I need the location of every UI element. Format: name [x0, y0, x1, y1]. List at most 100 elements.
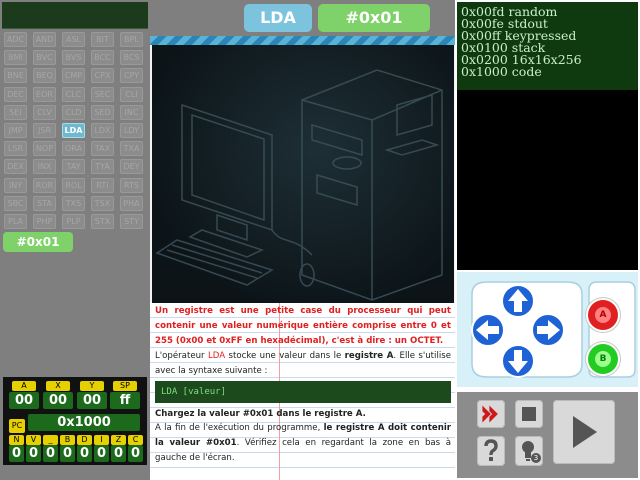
opcode-button-txa[interactable]: TXA [120, 141, 143, 157]
button-b[interactable]: B [588, 344, 618, 374]
opcode-button-tya[interactable]: TYA [91, 159, 114, 175]
run-button[interactable] [553, 400, 615, 464]
memory-map-entry: 0x1000 code [461, 64, 542, 79]
opcode-button-iny[interactable]: INY [4, 177, 27, 193]
opcode-button-cmp[interactable]: CMP [62, 68, 85, 84]
opcode-button-ldx[interactable]: LDX [91, 123, 114, 138]
button-b-label: B [595, 351, 611, 367]
register-y-label: Y [80, 381, 104, 391]
stripe-divider [150, 36, 455, 45]
opcode-button-sed[interactable]: SED [91, 104, 114, 120]
button-a[interactable]: A [588, 300, 618, 330]
opcode-button-sec[interactable]: SEC [91, 86, 114, 102]
opcode-button-dex[interactable]: DEX [4, 159, 27, 175]
opcode-button-sbc[interactable]: SBC [4, 195, 27, 211]
flag-value: 0 [26, 445, 41, 462]
opcode-button-dec[interactable]: DEC [4, 86, 27, 102]
dpad-down-icon[interactable] [501, 344, 535, 380]
opcode-button-sty[interactable]: STY [120, 214, 143, 229]
dpad-left-icon[interactable] [469, 313, 505, 347]
flag-label: C [128, 435, 143, 445]
opcode-button-bvs[interactable]: BVS [62, 50, 85, 66]
opcode-button-cli[interactable]: CLI [120, 86, 143, 102]
opcode-button-php[interactable]: PHP [33, 214, 56, 229]
opcode-button-tsx[interactable]: TSX [91, 195, 114, 211]
dpad-right-icon[interactable] [531, 313, 567, 347]
opcode-button-eor[interactable]: EOR [33, 86, 56, 102]
opcode-button-ora[interactable]: ORA [62, 141, 85, 157]
lesson-task: Chargez la valeur #0x01 dans le registre… [155, 409, 366, 419]
opcode-button-nop[interactable]: NOP [33, 141, 56, 157]
registers-panel: A X Y SP 00 00 00 ff PC 0x1000 N 0 V 0 _ 0 B 0 D… [3, 377, 147, 465]
question-mark-icon [484, 439, 498, 461]
opcode-button-tax[interactable]: TAX [91, 141, 114, 157]
opcode-button-pla[interactable]: PLA [4, 214, 27, 229]
opcode-button-asl[interactable]: ASL [62, 32, 85, 47]
opcode-button-jsr[interactable]: JSR [33, 123, 56, 138]
opcode-button-and[interactable]: AND [33, 32, 56, 47]
opcode-button-rts[interactable]: RTS [120, 177, 143, 193]
flag-value: 0 [128, 445, 143, 462]
opcode-button-cpy[interactable]: CPY [120, 68, 143, 84]
flag-value: 0 [111, 445, 126, 462]
register-sp-value: ff [110, 392, 140, 409]
opcode-button-bne[interactable]: BNE [4, 68, 27, 84]
register-a-value: 00 [9, 392, 39, 409]
stop-icon [522, 407, 536, 421]
lesson-paragraph-check: A la fin de l'exécution du programme, le… [155, 421, 451, 466]
opcode-button-clc[interactable]: CLC [62, 86, 85, 102]
flag-value: 0 [9, 445, 24, 462]
opcode-button-rol[interactable]: ROL [62, 177, 85, 193]
step-button[interactable] [477, 400, 505, 428]
opcode-button-ror[interactable]: ROR [33, 177, 56, 193]
opcode-button-rti[interactable]: RTI [91, 177, 114, 193]
opcode-button-bpl[interactable]: BPL [120, 32, 143, 47]
opcode-button-bcc[interactable]: BCC [91, 50, 114, 66]
opcode-button-clv[interactable]: CLV [33, 104, 56, 120]
register-sp-label: SP [113, 381, 137, 391]
lesson-text: L'opérateur [155, 351, 208, 361]
opcode-button-adc[interactable]: ADC [4, 32, 27, 47]
lesson-paragraph-register: Un registre est une petite case du proce… [155, 306, 451, 346]
hint-button[interactable]: 3 [515, 436, 543, 466]
opcode-button-txs[interactable]: TXS [62, 195, 85, 211]
dpad-up-icon[interactable] [501, 282, 535, 320]
current-opcode-title: LDA [244, 4, 312, 32]
opcode-button-lda[interactable]: LDA [62, 123, 85, 138]
stop-button[interactable] [515, 400, 543, 428]
opcode-button-bcs[interactable]: BCS [120, 50, 143, 66]
opcode-button-pha[interactable]: PHA [120, 195, 143, 211]
opcode-button-sta[interactable]: STA [33, 195, 56, 211]
opcode-button-jmp[interactable]: JMP [4, 123, 27, 138]
flag-label: D [77, 435, 92, 445]
computer-illustration-art [155, 69, 443, 301]
flag-value: 0 [94, 445, 109, 462]
hint-count-badge: 3 [531, 453, 541, 463]
opcode-button-cpx[interactable]: CPX [91, 68, 114, 84]
flag-value: 0 [43, 445, 58, 462]
opcode-button-ldy[interactable]: LDY [120, 123, 143, 138]
opcode-button-stx[interactable]: STX [91, 214, 114, 229]
opcode-button-inc[interactable]: INC [120, 104, 143, 120]
opcode-button-inx[interactable]: INX [33, 159, 56, 175]
opcode-button-tay[interactable]: TAY [62, 159, 85, 175]
opcode-button-bvc[interactable]: BVC [33, 50, 56, 66]
register-x-value: 00 [43, 392, 73, 409]
lesson-text: stocke une valeur dans le [225, 351, 345, 361]
lesson-opcode-highlight: LDA [207, 351, 226, 361]
opcode-button-bit[interactable]: BIT [91, 32, 114, 47]
opcode-button-dey[interactable]: DEY [120, 159, 143, 175]
lesson-register-highlight: registre A [344, 351, 394, 361]
opcode-button-cld[interactable]: CLD [62, 104, 85, 120]
flag-label: B [60, 435, 75, 445]
computer-illustration [152, 45, 454, 303]
opcode-button-bmi[interactable]: BMI [4, 50, 27, 66]
help-button[interactable] [477, 436, 505, 466]
button-a-label: A [595, 307, 611, 323]
selected-value-button[interactable]: #0x01 [3, 232, 73, 252]
opcode-button-sei[interactable]: SEI [4, 104, 27, 120]
opcode-button-beq[interactable]: BEQ [33, 68, 56, 84]
gamepad: A B [457, 272, 638, 387]
opcode-button-lsr[interactable]: LSR [4, 141, 27, 157]
opcode-button-plp[interactable]: PLP [62, 214, 85, 229]
